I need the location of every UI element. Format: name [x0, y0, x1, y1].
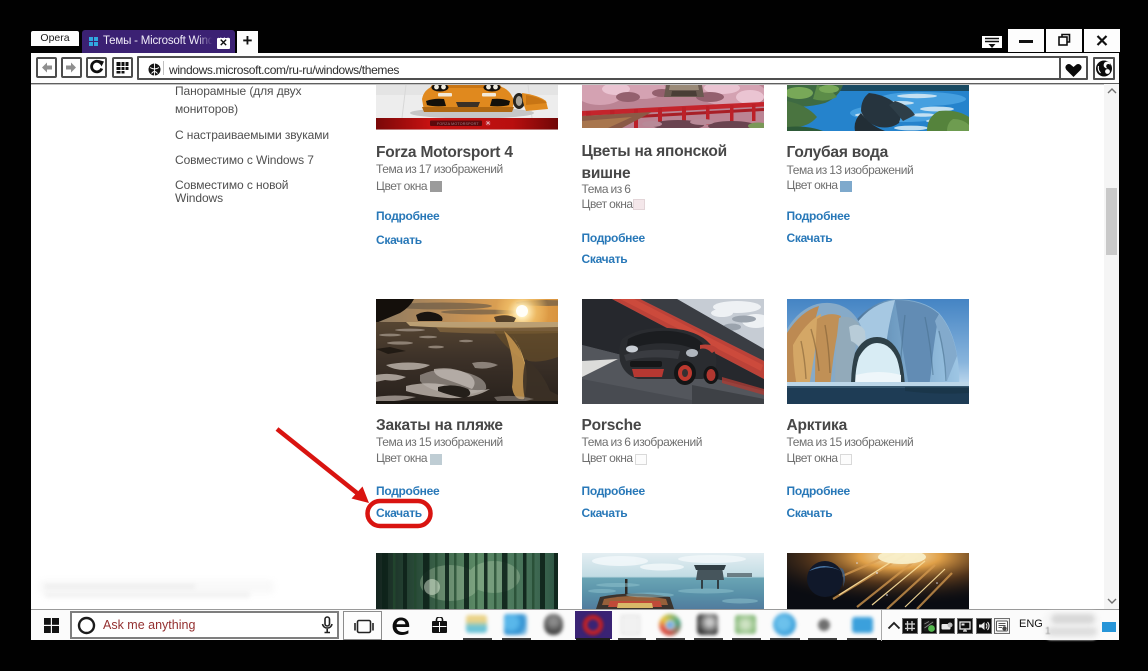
svg-text:FORZA MOTORSPORT: FORZA MOTORSPORT — [437, 122, 479, 126]
